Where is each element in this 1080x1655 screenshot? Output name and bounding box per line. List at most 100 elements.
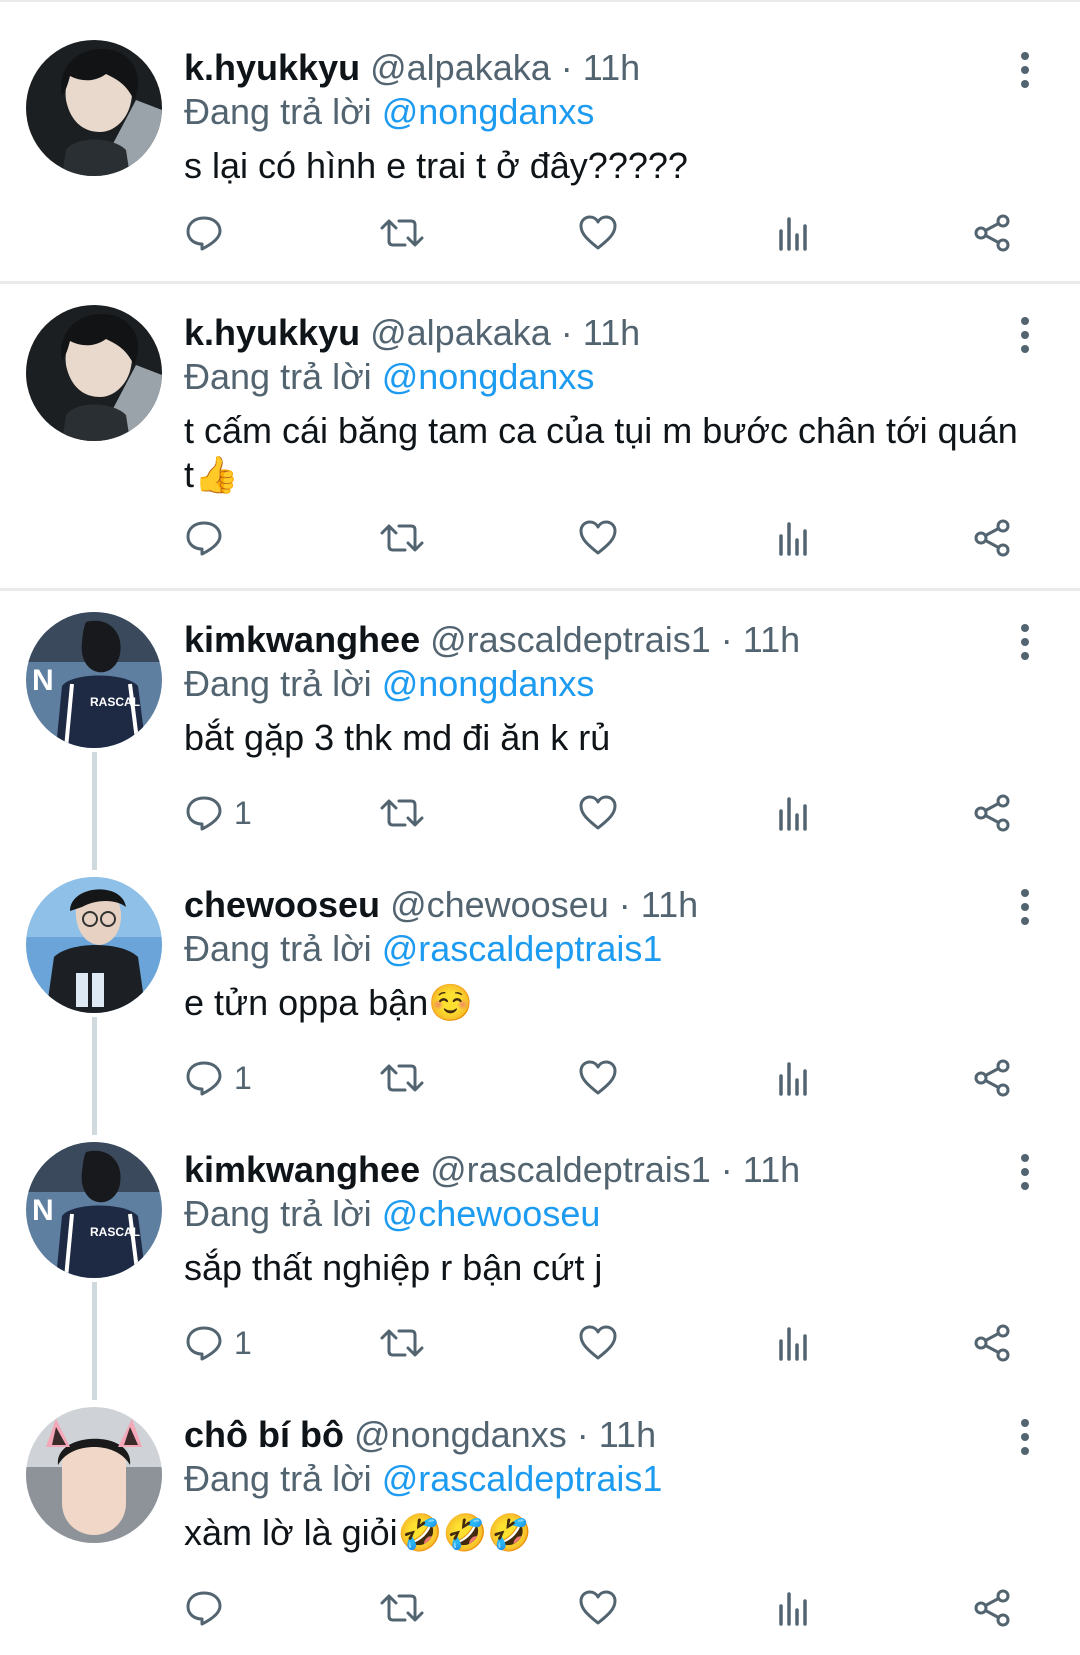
retweet-button[interactable] [380,1318,424,1368]
timestamp[interactable]: · 11h [561,47,640,88]
tweet[interactable]: chewooseu @chewooseu · 11h Đang trả lời … [0,877,1080,1127]
more-icon[interactable] [1010,50,1040,90]
retweet-button[interactable] [380,788,424,838]
more-icon[interactable] [1010,315,1040,355]
display-name[interactable]: kimkwanghee [184,619,420,660]
username[interactable]: @chewooseu [390,884,609,925]
like-icon [578,1588,618,1628]
share-button[interactable] [972,1318,1012,1368]
tweet-header: k.hyukkyu @alpakaka · 11h [184,311,640,355]
mention-link[interactable]: @rascaldeptrais1 [382,928,663,969]
retweet-button[interactable] [380,1053,424,1103]
reply-icon [184,1058,224,1098]
avatar[interactable]: N RASCAL [26,1142,162,1278]
username[interactable]: @rascaldeptrais1 [430,1149,711,1190]
timestamp[interactable]: · 11h [721,619,800,660]
replying-to-label: Đang trả lời [184,91,372,132]
more-icon[interactable] [1010,1417,1040,1457]
mention-link[interactable]: @nongdanxs [382,663,595,704]
like-button[interactable] [578,1318,618,1368]
tweet-divider [0,281,1080,284]
reply-button[interactable] [184,1583,224,1633]
mention-link[interactable]: @nongdanxs [382,91,595,132]
more-icon[interactable] [1010,622,1040,662]
avatar[interactable] [26,40,162,176]
views-button[interactable] [776,1583,812,1633]
like-button[interactable] [578,208,618,258]
like-button[interactable] [578,1583,618,1633]
reply-button[interactable] [184,208,224,258]
mention-link[interactable]: @nongdanxs [382,356,595,397]
retweet-icon [380,1323,424,1363]
tweet[interactable]: chô bí bô @nongdanxs · 11h Đang trả lời … [0,1407,1080,1655]
username[interactable]: @alpakaka [370,47,551,88]
tweet-text-line: t👍 [184,453,1044,497]
views-icon [776,518,812,558]
like-button[interactable] [578,788,618,838]
mention-link[interactable]: @chewooseu [382,1193,601,1234]
svg-text:N: N [32,664,54,697]
tweet[interactable]: N RASCAL kimkwanghee @rascaldeptrais1 · … [0,1142,1080,1392]
more-icon[interactable] [1010,887,1040,927]
mention-link[interactable]: @rascaldeptrais1 [382,1458,663,1499]
reply-count: 1 [234,794,252,831]
timestamp[interactable]: · 11h [577,1414,656,1455]
reply-button[interactable] [184,513,224,563]
share-icon [972,1588,1012,1628]
tweet-text-content: t [184,454,195,495]
timestamp[interactable]: · 11h [721,1149,800,1190]
reply-button[interactable]: 1 [184,1053,252,1103]
like-icon [578,518,618,558]
tweet[interactable]: k.hyukkyu @alpakaka · 11h Đang trả lời @… [0,305,1080,585]
tweet-header: chewooseu @chewooseu · 11h [184,883,698,927]
tweet-text-content: bắt gặp 3 thk md đi ăn k rủ [184,717,611,758]
tweet[interactable]: k.hyukkyu @alpakaka · 11h Đang trả lời @… [0,40,1080,280]
views-button[interactable] [776,513,812,563]
avatar[interactable] [26,305,162,441]
display-name[interactable]: k.hyukkyu [184,47,360,88]
retweet-button[interactable] [380,208,424,258]
views-button[interactable] [776,208,812,258]
retweet-button[interactable] [380,1583,424,1633]
username[interactable]: @rascaldeptrais1 [430,619,711,660]
reply-count: 1 [234,1324,252,1361]
timestamp[interactable]: · 11h [619,884,698,925]
views-button[interactable] [776,788,812,838]
thumbs-up-emoji: 👍 [194,454,239,495]
replying-to-label: Đang trả lời [184,663,372,704]
svg-text:N: N [32,1194,54,1227]
share-button[interactable] [972,513,1012,563]
like-icon [578,793,618,833]
views-button[interactable] [776,1053,812,1103]
retweet-button[interactable] [380,513,424,563]
display-name[interactable]: k.hyukkyu [184,312,360,353]
share-button[interactable] [972,1583,1012,1633]
share-button[interactable] [972,1053,1012,1103]
username[interactable]: @alpakaka [370,312,551,353]
share-button[interactable] [972,788,1012,838]
like-button[interactable] [578,513,618,563]
retweet-icon [380,793,424,833]
avatar[interactable] [26,877,162,1013]
replying-to: Đang trả lời @rascaldeptrais1 [184,1457,662,1501]
views-button[interactable] [776,1318,812,1368]
tweet-text-line: t cấm cái băng tam ca của tụi m bước châ… [184,410,1018,451]
avatar[interactable] [26,1407,162,1543]
more-icon[interactable] [1010,1152,1040,1192]
avatar-jacket-text: RASCAL [90,695,140,709]
like-icon [578,1058,618,1098]
display-name[interactable]: chewooseu [184,884,380,925]
reply-button[interactable]: 1 [184,1318,252,1368]
display-name[interactable]: kimkwanghee [184,1149,420,1190]
share-button[interactable] [972,208,1012,258]
username[interactable]: @nongdanxs [354,1414,567,1455]
tweet-header: k.hyukkyu @alpakaka · 11h [184,46,640,90]
replying-to: Đang trả lời @chewooseu [184,1192,600,1236]
avatar[interactable]: N RASCAL [26,612,162,748]
tweet-header: chô bí bô @nongdanxs · 11h [184,1413,656,1457]
timestamp[interactable]: · 11h [561,312,640,353]
display-name[interactable]: chô bí bô [184,1414,344,1455]
like-button[interactable] [578,1053,618,1103]
reply-button[interactable]: 1 [184,788,252,838]
tweet[interactable]: N RASCAL kimkwanghee @rascaldeptrais1 · … [0,612,1080,862]
